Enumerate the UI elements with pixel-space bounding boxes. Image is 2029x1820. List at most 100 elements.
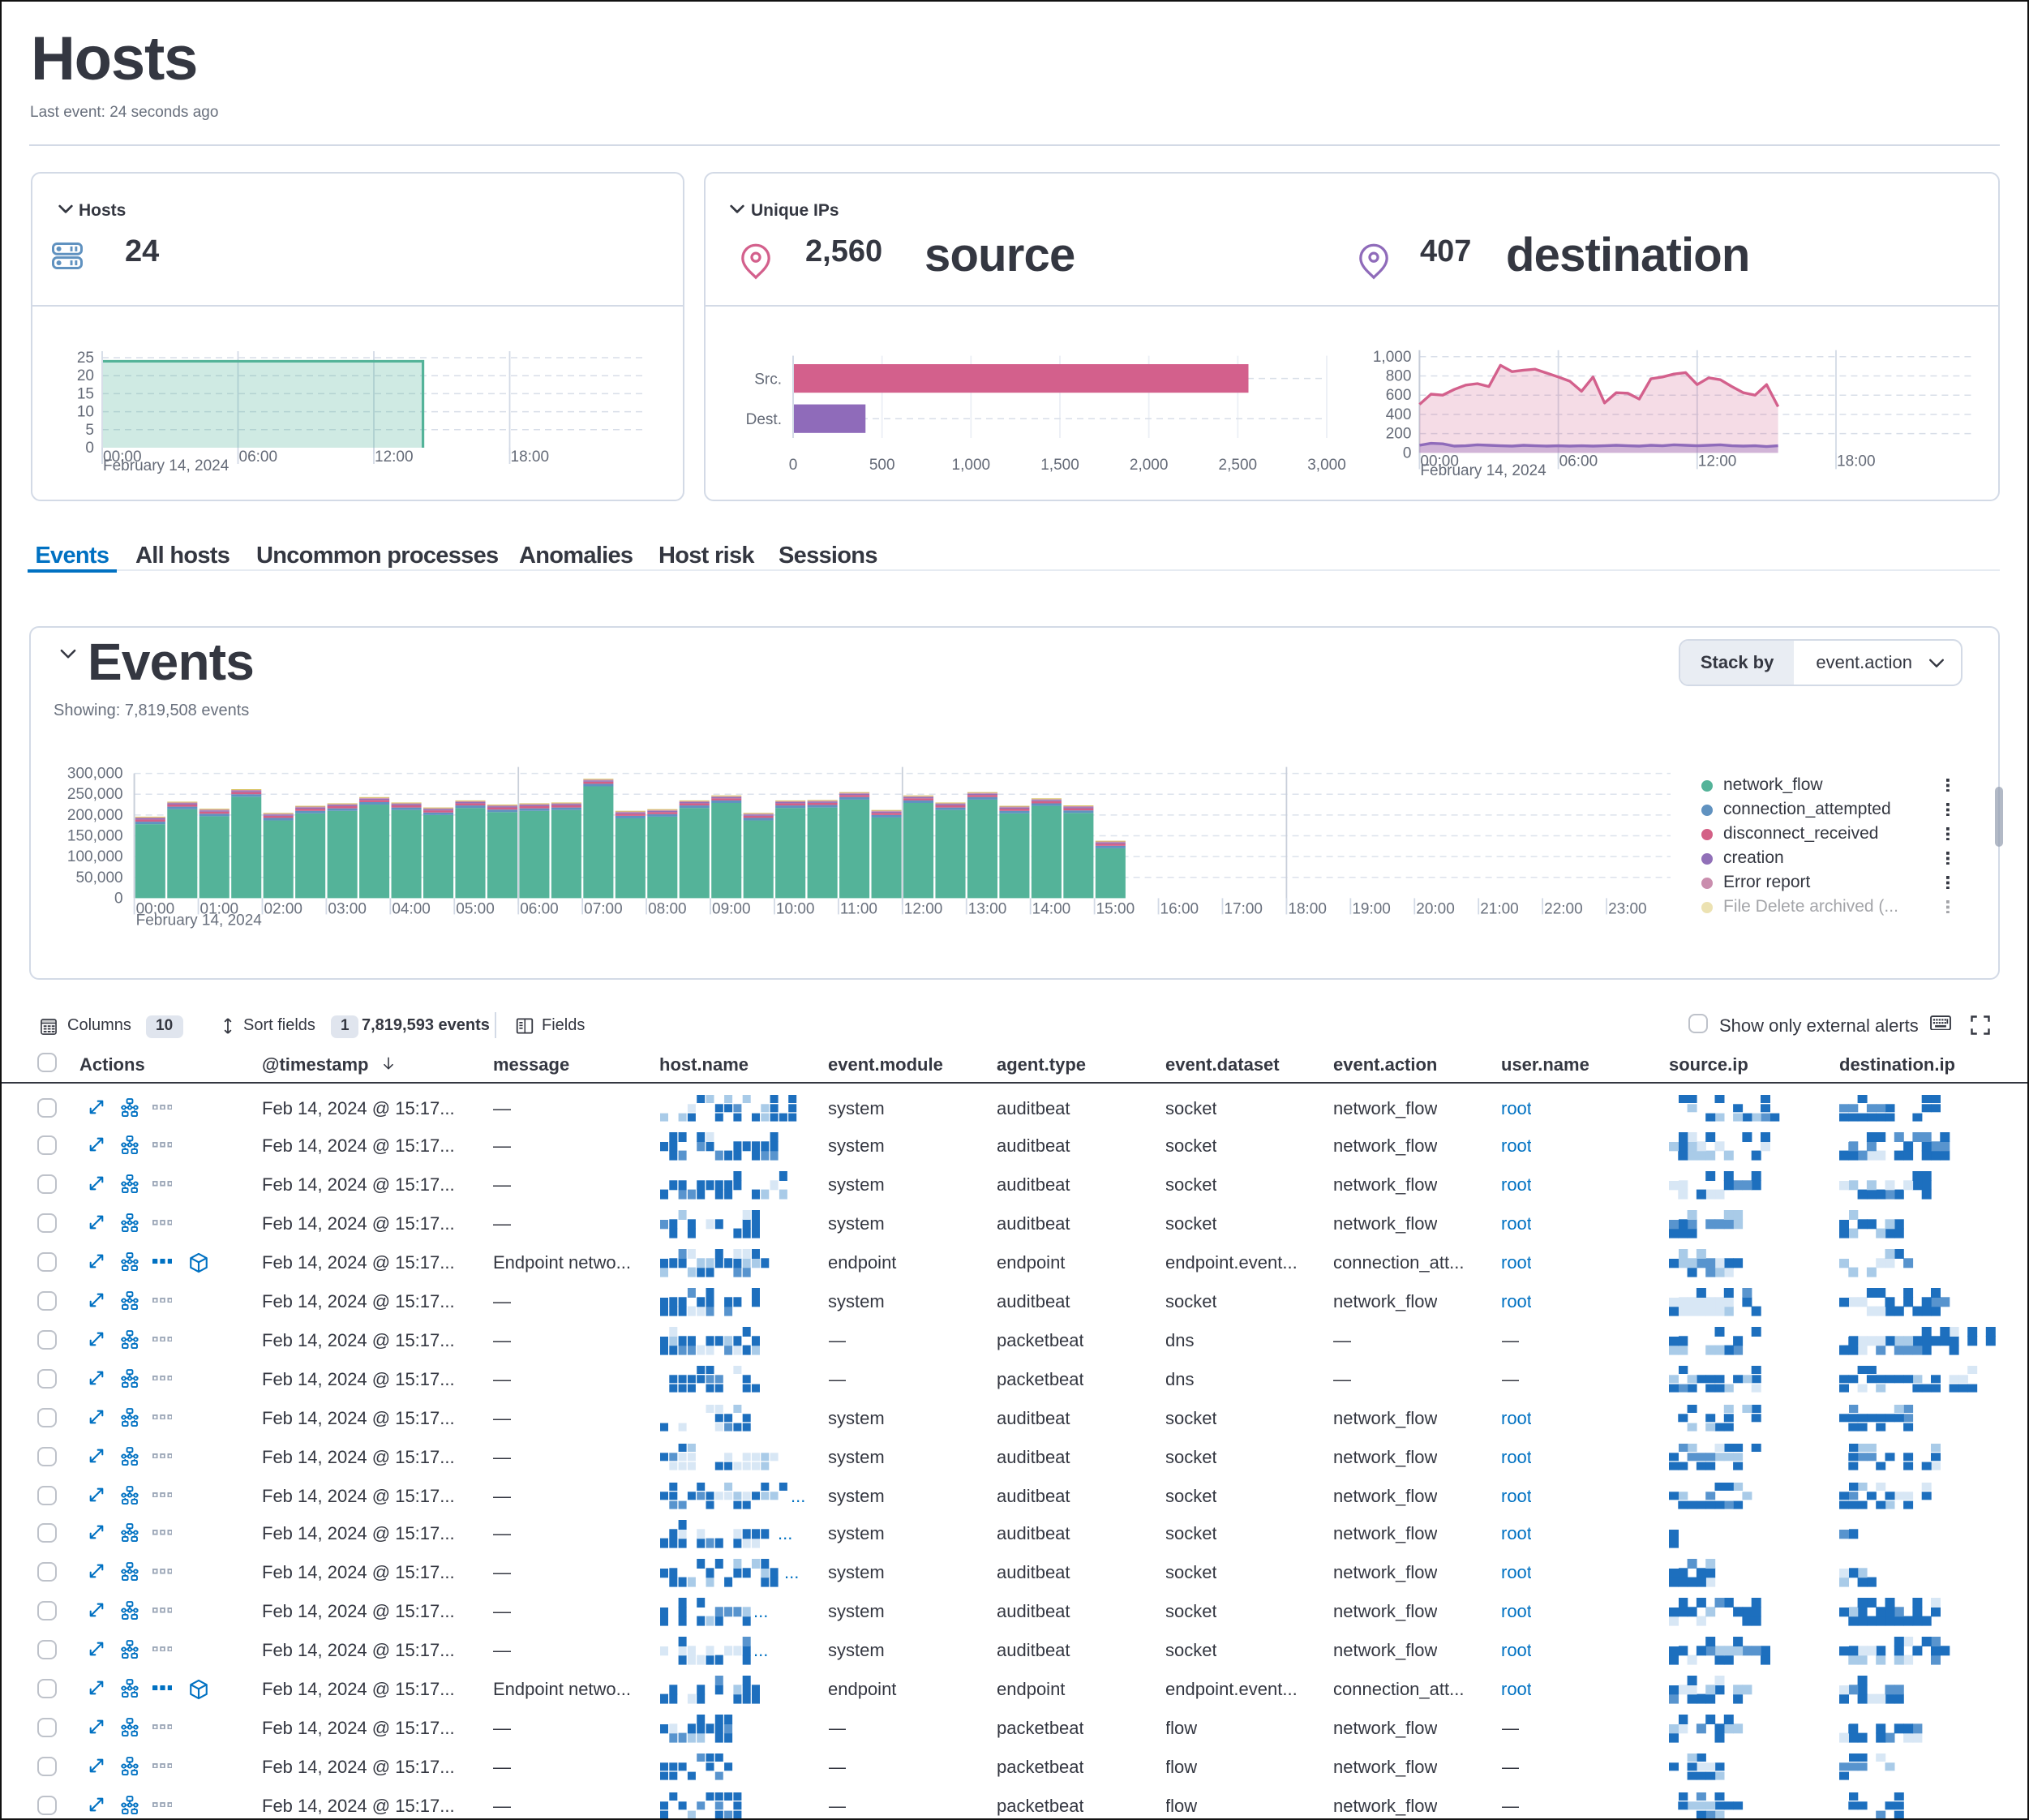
expand-event-icon[interactable]	[88, 1252, 105, 1270]
host-ellipsis[interactable]: ...	[753, 1642, 768, 1661]
host-name-redacted[interactable]	[659, 1172, 668, 1181]
row-checkbox[interactable]	[37, 1097, 57, 1117]
column-header-event-action[interactable]: event.action	[1333, 1056, 1437, 1075]
host-name-redacted[interactable]	[659, 1560, 668, 1569]
legend-item[interactable]: Error report	[1701, 873, 1810, 892]
destination-ip-redacted[interactable]	[1839, 1094, 1848, 1103]
expand-event-icon[interactable]	[88, 1097, 105, 1115]
destination-ip-redacted[interactable]	[1839, 1133, 1848, 1142]
chevron-down-icon[interactable]	[60, 649, 76, 659]
sort-icon[interactable]	[219, 1017, 237, 1035]
more-actions-icon[interactable]	[152, 1143, 172, 1148]
destination-ip-redacted[interactable]	[1839, 1210, 1848, 1219]
host-name-redacted[interactable]	[659, 1676, 668, 1685]
row-checkbox[interactable]	[37, 1446, 57, 1466]
user-name-cell[interactable]: root	[1501, 1254, 1532, 1273]
row-checkbox[interactable]	[37, 1485, 57, 1505]
source-ip-redacted[interactable]	[1669, 1327, 1678, 1336]
source-ip-redacted[interactable]	[1669, 1598, 1678, 1607]
analyze-event-icon[interactable]	[119, 1679, 139, 1698]
user-name-cell[interactable]: root	[1501, 1487, 1532, 1506]
expand-event-icon[interactable]	[88, 1757, 105, 1775]
user-name-cell[interactable]: root	[1501, 1177, 1532, 1196]
analyze-event-icon[interactable]	[119, 1640, 139, 1659]
analyze-event-icon[interactable]	[119, 1369, 139, 1389]
user-name-cell[interactable]: root	[1501, 1642, 1532, 1661]
legend-more-icon[interactable]	[1946, 851, 1950, 865]
column-header-agent-type[interactable]: agent.type	[997, 1056, 1086, 1075]
host-ellipsis[interactable]: ...	[778, 1526, 792, 1545]
expand-event-icon[interactable]	[88, 1718, 105, 1736]
row-checkbox[interactable]	[37, 1136, 57, 1156]
expand-event-icon[interactable]	[88, 1369, 105, 1387]
analyze-event-icon[interactable]	[119, 1563, 139, 1582]
destination-ip-redacted[interactable]	[1839, 1521, 1848, 1530]
user-name-cell[interactable]: root	[1501, 1448, 1532, 1467]
destination-ip-redacted[interactable]	[1839, 1172, 1848, 1181]
row-checkbox[interactable]	[37, 1795, 57, 1814]
user-name-cell[interactable]: root	[1501, 1138, 1532, 1157]
analyze-event-icon[interactable]	[119, 1097, 139, 1117]
more-actions-icon[interactable]	[152, 1569, 172, 1575]
analyze-event-icon[interactable]	[119, 1175, 139, 1195]
legend-more-icon[interactable]	[1946, 899, 1950, 913]
column-header-source-ip[interactable]: source.ip	[1669, 1056, 1748, 1075]
legend-more-icon[interactable]	[1946, 802, 1950, 816]
analyze-event-icon[interactable]	[119, 1485, 139, 1505]
row-checkbox[interactable]	[37, 1330, 57, 1350]
column-header-host-name[interactable]: host.name	[659, 1056, 749, 1075]
destination-ip-redacted[interactable]	[1839, 1560, 1848, 1569]
more-actions-icon[interactable]	[152, 1182, 172, 1187]
expand-event-icon[interactable]	[88, 1330, 105, 1348]
more-actions-icon[interactable]	[152, 1220, 172, 1225]
source-ip-redacted[interactable]	[1669, 1792, 1678, 1801]
expand-event-icon[interactable]	[88, 1136, 105, 1154]
more-actions-icon[interactable]	[152, 1414, 172, 1419]
keyboard-shortcuts-icon[interactable]	[1930, 1015, 1951, 1031]
host-name-redacted[interactable]	[659, 1753, 668, 1762]
destination-ip-redacted[interactable]	[1839, 1443, 1848, 1452]
analyze-event-icon[interactable]	[119, 1252, 139, 1272]
more-actions-icon[interactable]	[152, 1298, 172, 1303]
user-name-cell[interactable]: root	[1501, 1099, 1532, 1118]
host-name-redacted[interactable]	[659, 1366, 668, 1375]
legend-item[interactable]: File Delete archived (...	[1701, 897, 1898, 916]
user-name-cell[interactable]: root	[1501, 1526, 1532, 1545]
user-name-cell[interactable]: root	[1501, 1680, 1532, 1700]
legend-item[interactable]: network_flow	[1701, 775, 1823, 795]
more-actions-icon[interactable]	[152, 1530, 172, 1536]
more-actions-icon[interactable]	[152, 1646, 172, 1652]
more-actions-icon[interactable]	[152, 1259, 172, 1264]
more-actions-icon[interactable]	[152, 1337, 172, 1342]
legend-scrollbar[interactable]	[1994, 787, 2002, 847]
source-ip-redacted[interactable]	[1669, 1094, 1678, 1103]
destination-ip-redacted[interactable]	[1839, 1288, 1848, 1297]
more-actions-icon[interactable]	[152, 1763, 172, 1769]
row-checkbox[interactable]	[37, 1175, 57, 1195]
destination-ip-redacted[interactable]	[1839, 1249, 1848, 1258]
columns-icon[interactable]	[40, 1019, 56, 1035]
fullscreen-icon[interactable]	[1971, 1015, 1990, 1035]
row-checkbox[interactable]	[37, 1407, 57, 1427]
source-ip-redacted[interactable]	[1669, 1715, 1678, 1723]
tab-anomalies[interactable]: Anomalies	[512, 529, 640, 569]
legend-item[interactable]: connection_attempted	[1701, 800, 1891, 819]
columns-button[interactable]: Columns	[67, 1016, 131, 1034]
sort-fields-button[interactable]: Sort fields	[243, 1016, 315, 1034]
destination-ip-redacted[interactable]	[1839, 1404, 1848, 1413]
more-actions-icon[interactable]	[152, 1724, 172, 1730]
source-ip-redacted[interactable]	[1669, 1753, 1678, 1762]
source-ip-redacted[interactable]	[1669, 1443, 1678, 1452]
analyze-event-icon[interactable]	[119, 1601, 139, 1620]
analyze-event-icon[interactable]	[119, 1213, 139, 1233]
analyze-event-icon[interactable]	[119, 1136, 139, 1156]
user-name-cell[interactable]: root	[1501, 1409, 1532, 1428]
host-name-redacted[interactable]	[659, 1094, 668, 1103]
column-header-actions[interactable]: Actions	[79, 1056, 145, 1075]
stack-by-select[interactable]: Stack by event.action	[1679, 639, 1963, 686]
legend-more-icon[interactable]	[1946, 826, 1950, 840]
host-name-redacted[interactable]	[659, 1598, 668, 1607]
expand-event-icon[interactable]	[88, 1640, 105, 1658]
chevron-down-icon[interactable]	[730, 204, 744, 213]
host-name-redacted[interactable]	[659, 1327, 668, 1336]
